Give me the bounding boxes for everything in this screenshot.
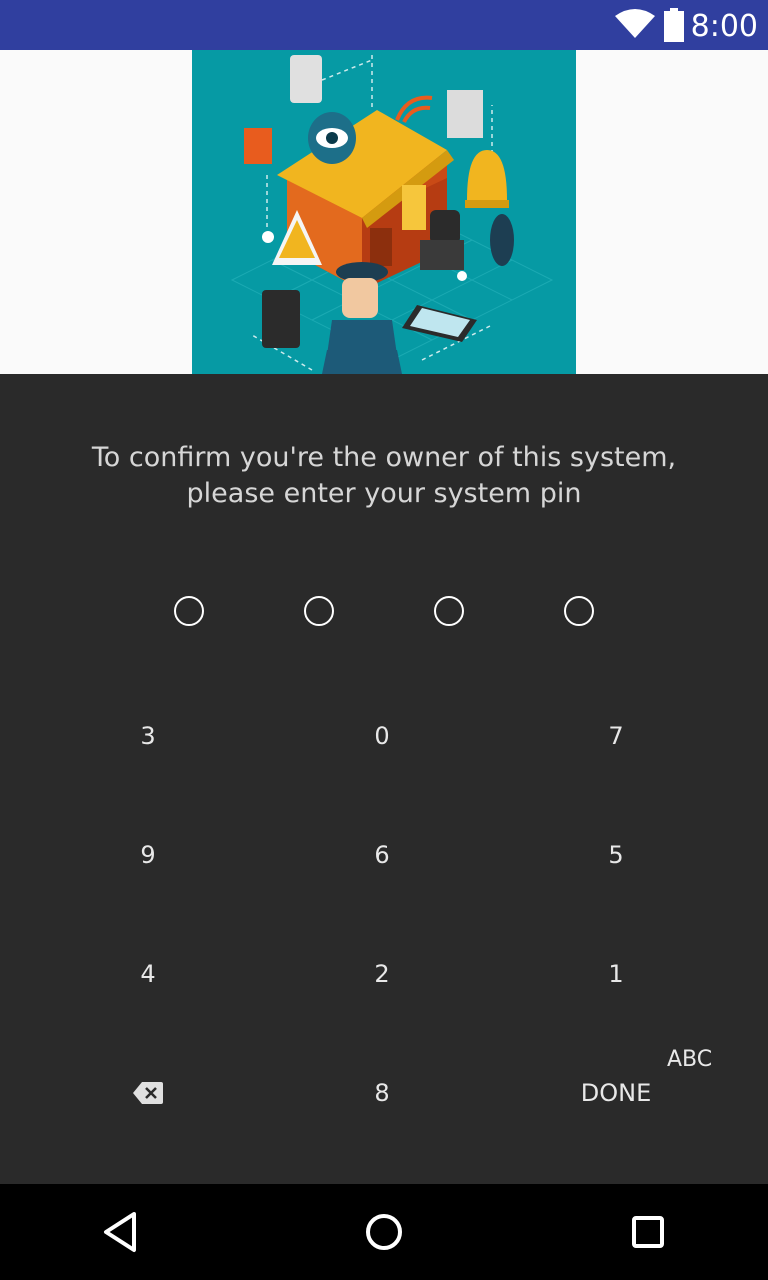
key-5[interactable]: 5 [499, 805, 733, 905]
battery-icon [664, 8, 684, 42]
key-6[interactable]: 6 [265, 805, 499, 905]
pin-dot-2 [304, 596, 334, 626]
illustration-art [230, 55, 554, 374]
recents-icon[interactable] [624, 1208, 672, 1256]
key-7[interactable]: 7 [499, 686, 733, 786]
wifi-icon [615, 9, 655, 38]
key-0[interactable]: 0 [265, 686, 499, 786]
key-1[interactable]: 1 [499, 924, 733, 1024]
pin-panel: To confirm you're the owner of this syst… [0, 374, 768, 1184]
pin-prompt-line2: please enter your system pin [186, 478, 582, 509]
nav-bar [0, 1184, 768, 1280]
pin-dot-4 [564, 596, 594, 626]
pin-prompt: To confirm you're the owner of this syst… [40, 440, 728, 512]
key-8[interactable]: 8 [265, 1043, 499, 1143]
key-3[interactable]: 3 [31, 686, 265, 786]
abc-mode-toggle[interactable]: ABC [667, 1047, 712, 1072]
banner [0, 50, 768, 374]
pin-dot-1 [174, 596, 204, 626]
status-bar: 8:00 [0, 0, 768, 50]
back-icon[interactable] [96, 1208, 144, 1256]
home-security-illustration [192, 50, 576, 374]
backspace-icon [133, 1082, 163, 1104]
backspace-button[interactable] [31, 1043, 265, 1143]
status-time: 8:00 [690, 9, 758, 44]
key-2[interactable]: 2 [265, 924, 499, 1024]
key-4[interactable]: 4 [31, 924, 265, 1024]
home-icon[interactable] [360, 1208, 408, 1256]
pin-dot-3 [434, 596, 464, 626]
pin-prompt-line1: To confirm you're the owner of this syst… [91, 442, 677, 473]
key-9[interactable]: 9 [31, 805, 265, 905]
